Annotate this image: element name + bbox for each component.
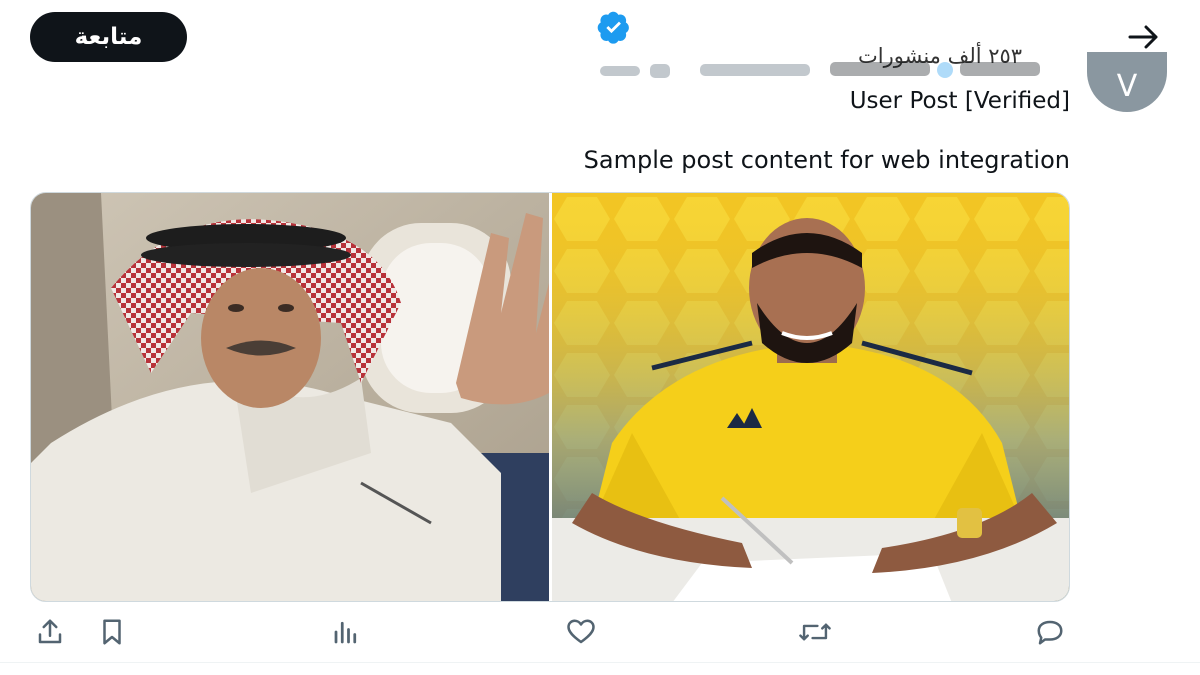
views-button[interactable]	[326, 612, 366, 652]
reply-icon	[1037, 620, 1063, 645]
post-content: Sample post content for web integration	[583, 146, 1070, 174]
post-media[interactable]	[30, 192, 1070, 602]
author-name-row	[590, 58, 1070, 84]
share-button[interactable]	[30, 612, 70, 652]
retweet-button[interactable]	[795, 612, 835, 652]
photo-man-in-ghutra-on-plane[interactable]	[31, 193, 549, 602]
author-handle[interactable]: User Post [Verified]	[700, 88, 1070, 120]
avatar-letter: V	[1116, 69, 1138, 104]
like-button[interactable]	[561, 612, 601, 652]
post-divider	[0, 662, 1200, 663]
photo-footballer-signing-contract[interactable]	[552, 193, 1070, 602]
bookmark-button[interactable]	[92, 612, 132, 652]
reply-button[interactable]	[1030, 612, 1070, 652]
avatar[interactable]: V	[1087, 52, 1167, 112]
arrow-right-icon[interactable]	[1124, 20, 1164, 54]
retweet-icon	[799, 623, 831, 641]
follow-button[interactable]: متابعة	[30, 12, 187, 62]
share-icon	[38, 619, 62, 644]
views-chart-icon	[334, 621, 357, 644]
post-actions-bar	[0, 612, 1200, 656]
heart-icon	[567, 619, 595, 644]
bookmark-icon	[103, 619, 121, 645]
verified-badge-icon	[597, 11, 629, 44]
